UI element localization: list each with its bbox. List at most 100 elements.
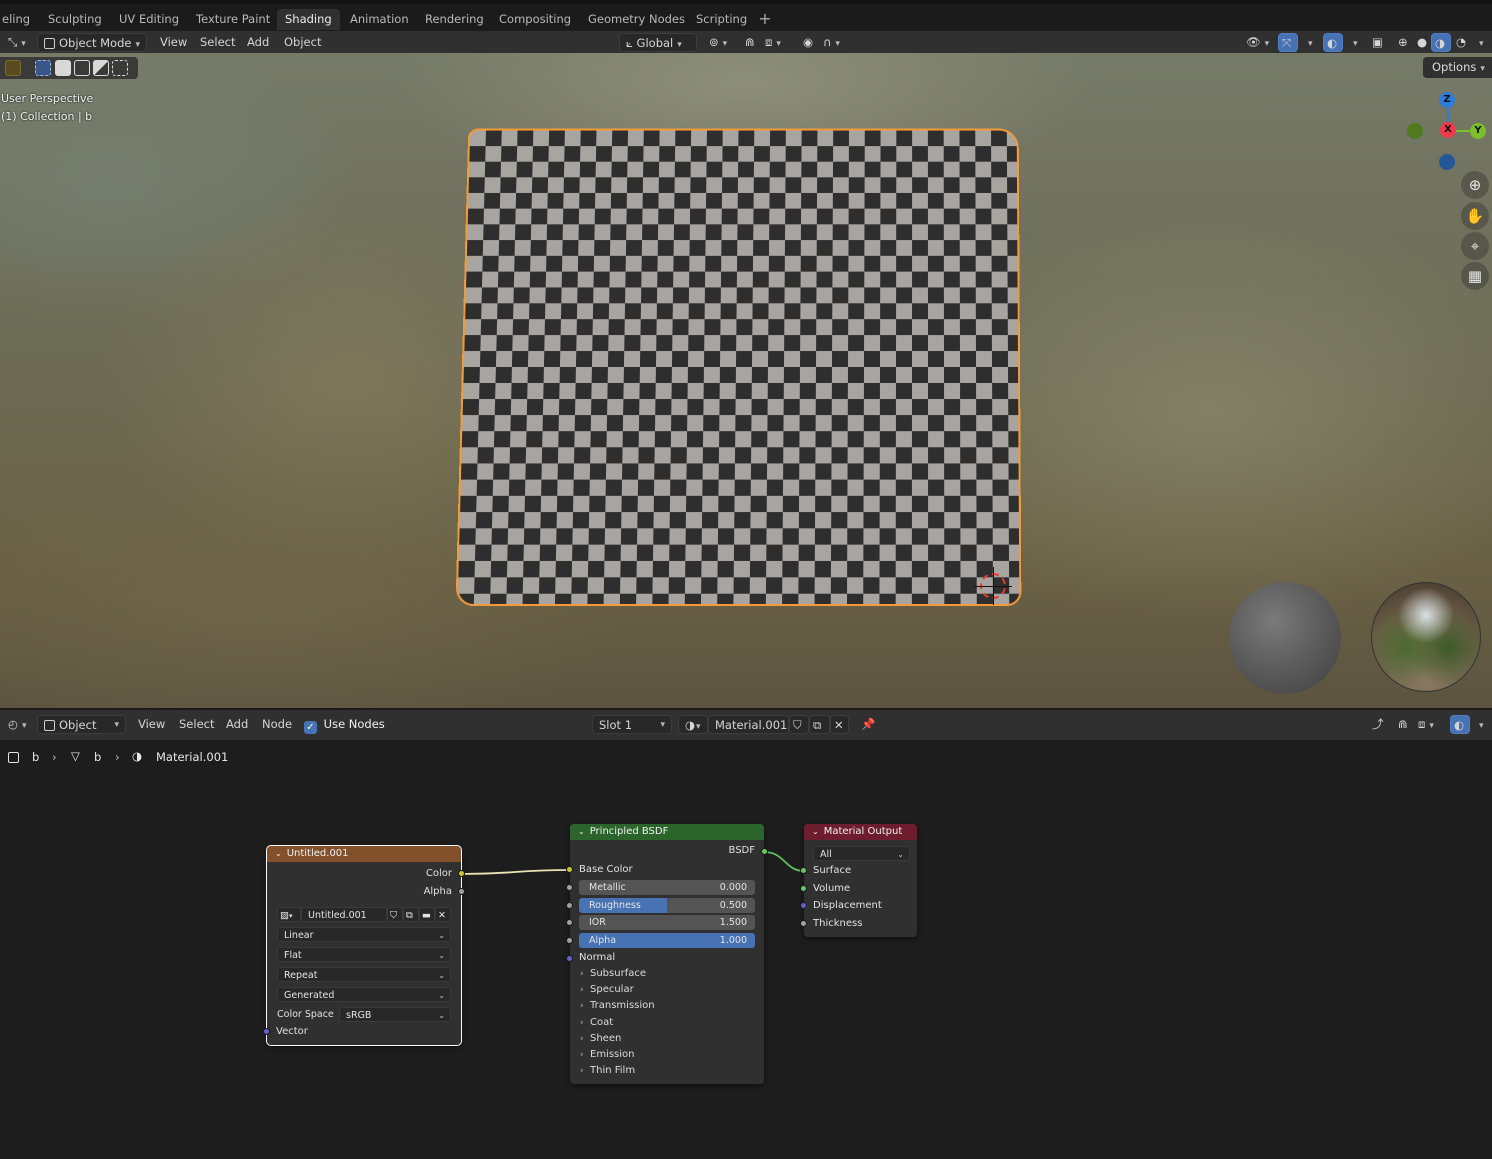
pivot-point-dropdown[interactable]: ⊚ ▾ <box>703 33 733 52</box>
alpha-socket[interactable] <box>566 937 573 944</box>
emission-panel[interactable]: › Emission <box>580 1047 635 1063</box>
collapse-chevron-icon[interactable]: ⌄ <box>578 827 585 836</box>
overlays-dropdown[interactable]: ▾ <box>1343 33 1364 52</box>
node-view-menu[interactable]: View <box>138 715 165 734</box>
node-overlays-dropdown[interactable]: ▾ <box>1469 715 1490 734</box>
normal-socket[interactable] <box>566 955 573 962</box>
shader-type-dropdown[interactable]: Object ▾ <box>37 715 126 734</box>
visibility-dropdown[interactable]: 👁 ▾ <box>1240 33 1275 52</box>
tab-rendering[interactable]: Rendering <box>417 9 492 30</box>
xray-toggle[interactable]: ▣ <box>1366 33 1389 52</box>
image-browse-button[interactable]: ▨▾ <box>277 907 301 922</box>
node-title[interactable]: ⌄ Principled BSDF <box>570 824 764 840</box>
pan-hand-icon[interactable]: ✋ <box>1461 202 1489 230</box>
node-snap-toggle[interactable]: ⋒ <box>1392 715 1414 734</box>
tab-sculpting[interactable]: Sculpting <box>40 9 110 30</box>
navigation-gizmo[interactable]: Z X Y <box>1400 86 1492 176</box>
base-color-socket[interactable] <box>566 866 573 873</box>
3d-cursor-icon[interactable] <box>974 567 1012 605</box>
subsurface-panel[interactable]: › Subsurface <box>580 966 646 982</box>
thickness-input-socket[interactable] <box>800 920 807 927</box>
select-menu[interactable]: Select <box>200 33 235 52</box>
node-editor-type-button[interactable]: ◴ ▾ <box>2 715 33 734</box>
color-space-dropdown[interactable]: sRGB ⌄ <box>339 1007 451 1022</box>
alpha-slider[interactable]: Alpha 1.000 <box>579 933 755 948</box>
extension-dropdown[interactable]: Repeat ⌄ <box>277 967 451 982</box>
tab-animation[interactable]: Animation <box>342 9 417 30</box>
zoom-icon[interactable]: ⊕ <box>1461 171 1489 199</box>
checkbox-icon[interactable]: ✓ <box>304 721 317 734</box>
view-menu[interactable]: View <box>160 33 187 52</box>
shading-dropdown[interactable]: ▾ <box>1469 33 1490 52</box>
interpolation-dropdown[interactable]: Linear ⌄ <box>277 927 451 942</box>
color-output-socket[interactable] <box>458 870 465 877</box>
image-texture-node[interactable]: ⌄ Untitled.001 Color Alpha ▨▾ Untitled.00… <box>263 845 465 1046</box>
unlink-image-button[interactable]: ✕ <box>435 907 451 922</box>
z-axis-icon[interactable]: Z <box>1439 92 1455 108</box>
add-workspace-button[interactable]: + <box>756 11 774 29</box>
tab-texture-paint[interactable]: Texture Paint <box>188 9 278 30</box>
material-name-field[interactable]: Material.001 <box>708 715 789 734</box>
3d-viewport[interactable]: User Perspective (1) Collection | b Opti… <box>0 53 1492 708</box>
pin-button[interactable]: 📌 <box>855 715 881 734</box>
node-overlays-toggle[interactable]: ◐ <box>1450 715 1470 734</box>
metallic-socket[interactable] <box>566 884 573 891</box>
use-nodes-toggle[interactable]: ✓ Use Nodes <box>304 715 385 734</box>
node-title[interactable]: ⌄ Untitled.001 <box>267 846 461 862</box>
metallic-slider[interactable]: Metallic 0.000 <box>579 880 755 895</box>
camera-view-icon[interactable]: ⌖ <box>1461 232 1489 260</box>
gizmo-dropdown[interactable]: ▾ <box>1298 33 1319 52</box>
checker-plane-object[interactable] <box>455 128 1022 607</box>
select-tool-icon[interactable] <box>5 60 21 76</box>
transmission-panel[interactable]: › Transmission <box>580 998 655 1014</box>
node-canvas[interactable]: ⌄ Untitled.001 Color Alpha ▨▾ Untitled.00… <box>0 776 1492 1159</box>
select-invert-icon[interactable] <box>93 60 109 76</box>
roughness-socket[interactable] <box>566 902 573 909</box>
coat-panel[interactable]: › Coat <box>580 1015 613 1031</box>
fake-user-button[interactable]: ⛉ <box>789 715 809 734</box>
thin-film-panel[interactable]: › Thin Film <box>580 1063 635 1079</box>
solid-shading-button[interactable]: ● <box>1411 33 1433 52</box>
snap-target-dropdown[interactable]: ⧈ ▾ <box>759 33 787 52</box>
snap-toggle[interactable]: ⋒ <box>739 33 761 52</box>
select-subtract-icon[interactable] <box>74 60 90 76</box>
sheen-panel[interactable]: › Sheen <box>580 1031 621 1047</box>
ior-socket[interactable] <box>566 919 573 926</box>
collapse-chevron-icon[interactable]: ⌄ <box>275 849 282 858</box>
specular-panel[interactable]: › Specular <box>580 982 634 998</box>
duplicate-image-button[interactable]: ⧉ <box>403 907 419 922</box>
node-title[interactable]: ⌄ Material Output <box>804 824 917 840</box>
open-image-button[interactable]: ▬ <box>419 907 435 922</box>
duplicate-material-button[interactable]: ⧉ <box>809 715 830 734</box>
overlays-toggle[interactable]: ◐ <box>1323 33 1343 52</box>
tab-scripting[interactable]: Scripting <box>688 9 755 30</box>
perspective-grid-icon[interactable]: ▦ <box>1461 262 1489 290</box>
neg-y-axis-icon[interactable] <box>1407 123 1423 139</box>
unlink-material-button[interactable]: ✕ <box>830 715 849 734</box>
material-preview-button[interactable]: ◑ <box>1431 33 1451 52</box>
ior-field[interactable]: IOR 1.500 <box>579 915 755 930</box>
node-snap-dropdown[interactable]: ⧈ ▾ <box>1412 715 1440 734</box>
y-axis-icon[interactable]: Y <box>1470 123 1486 139</box>
tab-uv-editing[interactable]: UV Editing <box>111 9 187 30</box>
alpha-output-socket[interactable] <box>458 888 465 895</box>
tab-compositing[interactable]: Compositing <box>491 9 579 30</box>
browse-material-button[interactable]: ◑▾ <box>678 715 708 734</box>
tab-shading[interactable]: Shading <box>277 9 340 30</box>
node-select-menu[interactable]: Select <box>179 715 214 734</box>
vector-input-socket[interactable] <box>263 1028 270 1035</box>
principled-bsdf-node[interactable]: ⌄ Principled BSDF BSDF Base Color Metalli… <box>566 824 768 1084</box>
tab-geometry-nodes[interactable]: Geometry Nodes <box>580 9 693 30</box>
options-dropdown[interactable]: Options ▾ <box>1423 57 1492 78</box>
select-new-icon[interactable] <box>35 60 51 76</box>
fake-user-button[interactable]: ⛉ <box>387 907 403 922</box>
roughness-slider[interactable]: Roughness 0.500 <box>579 898 755 913</box>
projection-dropdown[interactable]: Flat ⌄ <box>277 947 451 962</box>
node-add-menu[interactable]: Add <box>226 715 248 734</box>
collapse-chevron-icon[interactable]: ⌄ <box>812 827 819 836</box>
proportional-edit-toggle[interactable]: ◉ <box>797 33 819 52</box>
tab-modeling[interactable]: eling <box>0 9 38 30</box>
select-extend-icon[interactable] <box>55 60 71 76</box>
material-output-node[interactable]: ⌄ Material Output All ⌄ Surface Volume Dis… <box>800 824 917 937</box>
volume-input-socket[interactable] <box>800 885 807 892</box>
